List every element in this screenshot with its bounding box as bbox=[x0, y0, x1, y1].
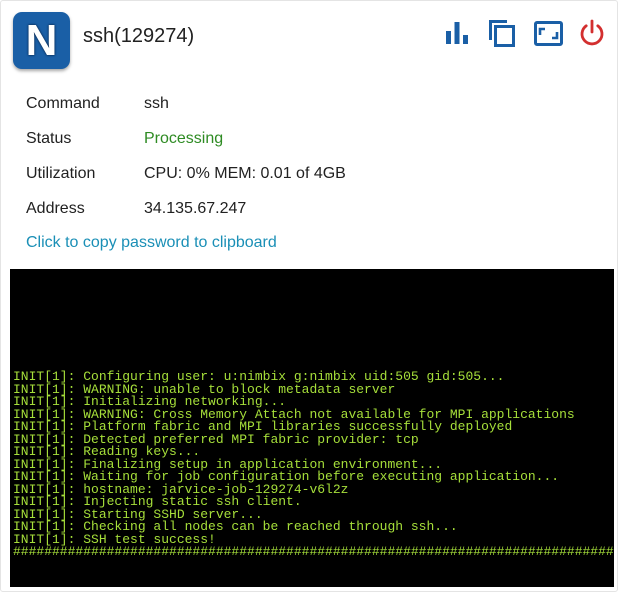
command-label: Command bbox=[26, 95, 100, 112]
job-header: N ssh(129274) bbox=[1, 1, 618, 81]
address-value: 34.135.67.247 bbox=[144, 200, 247, 217]
job-card: N ssh(129274) Command ssh Status Process… bbox=[0, 0, 618, 592]
utilization-label: Utilization bbox=[26, 165, 96, 182]
copy-password-link[interactable]: Click to copy password to clipboard bbox=[26, 234, 277, 252]
aspect-ratio-icon[interactable] bbox=[532, 17, 564, 49]
app-logo: N bbox=[13, 12, 70, 69]
terminal-output[interactable]: INIT[1]: Configuring user: u:nimbix g:ni… bbox=[10, 269, 614, 587]
status-label: Status bbox=[26, 130, 72, 147]
bar-chart-icon[interactable] bbox=[441, 17, 473, 49]
job-toolbar bbox=[441, 17, 611, 51]
status-value: Processing bbox=[144, 130, 224, 147]
job-title: ssh(129274) bbox=[83, 25, 195, 47]
utilization-value: CPU: 0% MEM: 0.01 of 4GB bbox=[144, 165, 346, 182]
power-icon[interactable] bbox=[576, 17, 608, 49]
address-label: Address bbox=[26, 200, 85, 217]
terminal-log: INIT[1]: Configuring user: u:nimbix g:ni… bbox=[13, 370, 614, 559]
copy-icon[interactable] bbox=[485, 17, 517, 49]
terminal-line: ########################################… bbox=[13, 544, 614, 559]
app-logo-letter: N bbox=[25, 15, 58, 65]
command-value: ssh bbox=[144, 95, 169, 112]
